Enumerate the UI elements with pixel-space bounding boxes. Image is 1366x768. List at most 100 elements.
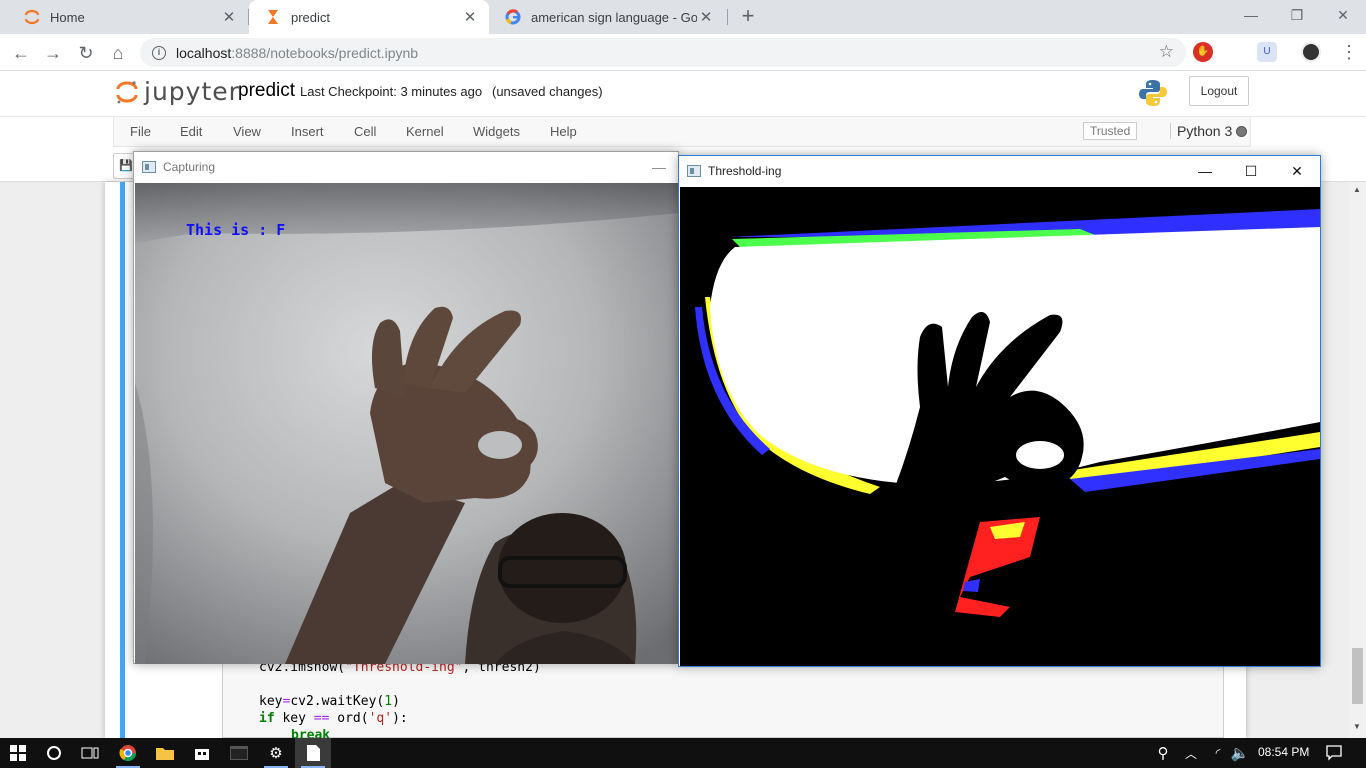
code-token: cv2.waitKey(	[290, 694, 385, 709]
code-keyword: if	[259, 711, 275, 726]
kernel-status-indicator	[1236, 126, 1247, 137]
profile-avatar[interactable]	[1301, 42, 1321, 62]
jupyter-wordmark: jupyter	[144, 77, 240, 106]
windows-start-icon[interactable]	[0, 738, 36, 768]
logout-button[interactable]: Logout	[1189, 76, 1249, 106]
settings-gear-icon[interactable]: ⚙	[258, 738, 294, 768]
search-circle-icon[interactable]	[36, 738, 72, 768]
minimize-icon[interactable]: —	[1228, 0, 1274, 30]
close-icon[interactable]: ✕	[461, 8, 479, 26]
tab-home-label: Home	[50, 9, 85, 25]
store-icon[interactable]	[184, 738, 220, 768]
checkpoint-status: Last Checkpoint: 3 minutes ago	[300, 84, 483, 99]
code-token: ):	[392, 711, 408, 726]
tab-google-label: american sign language - Google	[531, 9, 697, 25]
home-icon[interactable]: ⌂	[105, 40, 131, 66]
menu-file[interactable]: File	[130, 124, 151, 139]
hourglass-icon	[265, 9, 281, 25]
menu-insert[interactable]: Insert	[291, 124, 324, 139]
jupyter-logo-icon	[116, 79, 138, 105]
menu-edit[interactable]: Edit	[180, 124, 202, 139]
extension-stop-icon[interactable]: ✋	[1193, 42, 1213, 62]
threshold-window[interactable]: Threshold-ing — ☐ ✕	[678, 155, 1321, 667]
jupyter-logo[interactable]: jupyter	[116, 77, 240, 106]
autosave-status: (unsaved changes)	[492, 84, 603, 99]
browser-toolbar: ← → ↻ ⌂ i localhost:8888/notebooks/predi…	[0, 34, 1366, 71]
address-bar[interactable]: i localhost:8888/notebooks/predict.ipynb…	[140, 38, 1186, 67]
prediction-overlay-text: This is : F	[186, 221, 285, 239]
info-icon[interactable]: i	[152, 45, 166, 60]
code-line: if key == ord('q'):	[259, 711, 408, 726]
window-app-icon	[142, 161, 156, 173]
code-token: ord(	[329, 711, 369, 726]
scrollbar-thumb[interactable]	[1352, 648, 1363, 704]
notifications-icon[interactable]	[1316, 738, 1352, 768]
back-arrow-icon[interactable]: ←	[8, 40, 34, 66]
tab-home[interactable]: Home ✕	[8, 0, 248, 34]
webcam-frame-image: This is : F	[135, 183, 679, 664]
close-icon[interactable]: ✕	[220, 8, 238, 26]
menu-widgets[interactable]: Widgets	[473, 124, 520, 139]
menu-kernel[interactable]: Kernel	[406, 124, 444, 139]
minimize-icon[interactable]: —	[1182, 156, 1228, 186]
new-tab-button[interactable]: +	[736, 5, 760, 29]
code-operator: ==	[313, 711, 330, 726]
threshold-frame-image	[680, 187, 1320, 666]
capturing-window[interactable]: Capturing — This is: F	[133, 151, 679, 664]
webcam-feed: This is : F	[135, 183, 679, 664]
forward-arrow-icon[interactable]: →	[40, 40, 66, 66]
python-logo-icon	[1138, 78, 1168, 108]
menu-cell[interactable]: Cell	[354, 124, 376, 139]
google-icon	[505, 9, 521, 25]
selected-cell-indicator	[120, 182, 125, 738]
minimize-icon[interactable]: —	[636, 152, 682, 182]
bookmark-star-icon[interactable]: ☆	[1159, 42, 1174, 62]
window-app-icon	[687, 165, 701, 177]
jupyter-header: jupyter predict Last Checkpoint: 3 minut…	[0, 71, 1366, 116]
browser-menu-icon[interactable]: ⋮	[1340, 42, 1358, 62]
notebook-name[interactable]: predict	[238, 80, 295, 102]
file-explorer-icon[interactable]	[147, 738, 183, 768]
document-icon[interactable]	[295, 738, 331, 768]
task-view-icon[interactable]	[72, 738, 108, 768]
close-icon[interactable]: ✕	[697, 8, 715, 26]
url-host: localhost	[176, 44, 232, 61]
clock-time[interactable]: 08:54 PM	[1258, 745, 1309, 759]
trusted-badge[interactable]: Trusted	[1083, 122, 1138, 140]
code-token: key	[274, 711, 314, 726]
kernel-name[interactable]: Python 3	[1170, 123, 1232, 139]
url-path: :8888/notebooks/predict.ipynb	[231, 44, 419, 61]
tab-divider	[727, 9, 728, 25]
browser-tab-strip: Home ✕ predict ✕ american sign language …	[0, 0, 1366, 34]
menu-view[interactable]: View	[233, 124, 261, 139]
extension-shield-icon[interactable]: U	[1257, 42, 1277, 62]
maximize-icon[interactable]: ☐	[1228, 156, 1274, 186]
chrome-taskbar-icon[interactable]	[110, 738, 146, 768]
menu-strip: File Edit View Insert Cell Kernel Widget…	[113, 117, 1251, 147]
tab-predict-label: predict	[291, 9, 331, 25]
close-icon[interactable]: ✕	[1274, 156, 1320, 186]
code-number: 1	[384, 694, 393, 709]
code-line: key=cv2.waitKey(1)	[259, 694, 400, 709]
close-window-icon[interactable]: ✕	[1320, 0, 1366, 30]
threshold-titlebar[interactable]: Threshold-ing — ☐ ✕	[679, 156, 1320, 186]
scroll-down-icon[interactable]: ▼	[1353, 722, 1361, 731]
volume-icon[interactable]: 🔈	[1222, 738, 1258, 768]
capturing-title: Capturing	[163, 160, 216, 174]
tab-predict[interactable]: predict ✕	[249, 0, 489, 34]
code-token: key	[259, 694, 283, 709]
tab-google-search[interactable]: american sign language - Google ✕	[489, 0, 725, 34]
capturing-titlebar[interactable]: Capturing —	[134, 152, 678, 182]
code-token: )	[392, 694, 400, 709]
reload-icon[interactable]: ↻	[73, 40, 99, 66]
windows-taskbar: ⚙ ⚲ ︿ ◜ 🔈 08:54 PM	[0, 738, 1366, 768]
threshold-feed	[680, 187, 1320, 666]
scroll-up-icon[interactable]: ▲	[1353, 185, 1361, 194]
terminal-icon[interactable]	[221, 738, 257, 768]
code-string: 'q'	[368, 711, 393, 726]
menu-help[interactable]: Help	[550, 124, 577, 139]
restore-icon[interactable]: ❐	[1274, 0, 1320, 30]
threshold-title: Threshold-ing	[708, 164, 782, 178]
page-scrollbar[interactable]: ▲ ▼	[1349, 182, 1366, 738]
jupyter-icon	[24, 9, 40, 25]
